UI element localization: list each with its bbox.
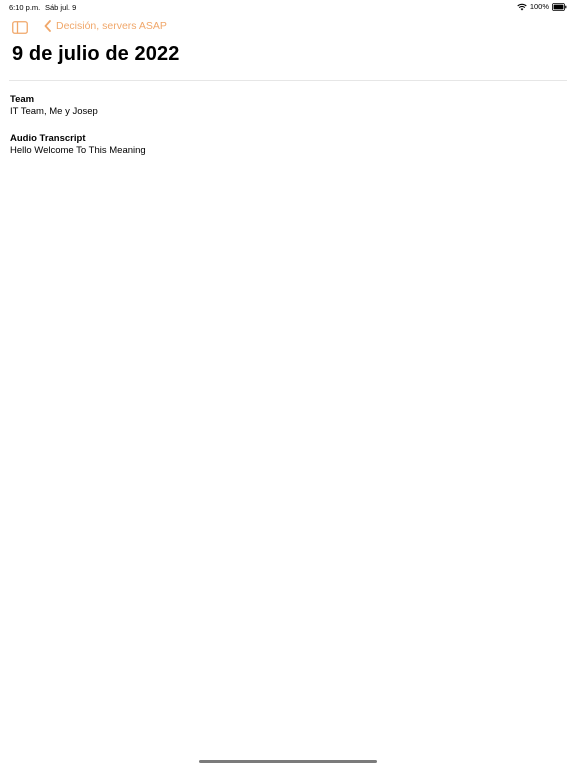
audio-transcript-label: Audio Transcript xyxy=(10,133,86,144)
status-indicators: 100% xyxy=(517,2,567,11)
audio-transcript-value: Hello Welcome To This Meaning xyxy=(10,145,146,156)
status-time: 6:10 p.m. xyxy=(9,3,41,12)
team-value: IT Team, Me y Josep xyxy=(10,106,98,117)
back-button[interactable]: Decisión, servers ASAP xyxy=(44,20,167,32)
status-bar: 6:10 p.m. Sáb jul. 9 100% xyxy=(0,0,576,14)
audio-transcript-section: Audio Transcript Hello Welcome To This M… xyxy=(10,133,146,157)
battery-percentage: 100% xyxy=(529,2,549,11)
status-date: Sáb jul. 9 xyxy=(45,3,77,12)
chevron-left-icon xyxy=(44,20,51,32)
team-section: Team IT Team, Me y Josep xyxy=(10,94,98,118)
wifi-icon xyxy=(517,3,527,11)
back-button-label: Decisión, servers ASAP xyxy=(56,20,167,32)
battery-icon xyxy=(552,2,567,11)
team-label: Team xyxy=(10,94,35,105)
sidebar-toggle-icon[interactable] xyxy=(12,21,28,34)
navigation-bar: Decisión, servers ASAP xyxy=(0,18,576,38)
home-indicator[interactable] xyxy=(199,760,377,763)
divider xyxy=(9,80,567,81)
page-title: 9 de julio de 2022 xyxy=(12,43,180,65)
